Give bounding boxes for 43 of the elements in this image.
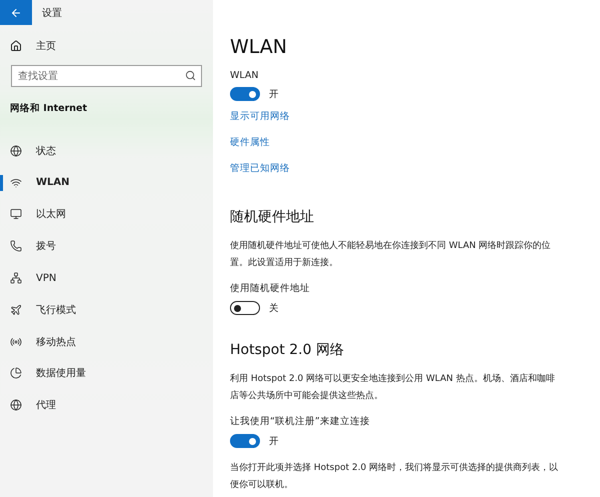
globe-icon bbox=[10, 399, 22, 412]
description-text: 使用随机硬件地址可使他人不能轻易地在你连接到不同 WLAN 网络时跟踪你的位置。此设置适用于新连接。 bbox=[230, 240, 552, 270]
settings-link[interactable]: 显示可用网络 bbox=[230, 110, 290, 123]
toggle-state: 关 bbox=[269, 302, 279, 314]
toggle-label: 使用随机硬件地址 bbox=[230, 282, 310, 295]
airplane-icon bbox=[10, 304, 22, 316]
home-item[interactable]: 主页 bbox=[10, 39, 213, 53]
home-icon bbox=[10, 40, 22, 52]
toggle-state: 开 bbox=[269, 88, 279, 100]
sidebar-item[interactable]: 状态 bbox=[0, 135, 213, 167]
sidebar-item[interactable]: 代理 bbox=[0, 389, 213, 422]
phone-icon bbox=[10, 240, 22, 252]
sidebar-item[interactable]: 以太网 bbox=[0, 198, 213, 230]
back-arrow-icon bbox=[10, 6, 22, 18]
window-title: 设置 bbox=[42, 6, 62, 20]
globe-icon bbox=[10, 144, 22, 157]
network-icon bbox=[10, 272, 22, 284]
settings-link[interactable]: 管理已知网络 bbox=[230, 162, 290, 175]
sidebar-item[interactable]: 飞行模式 bbox=[0, 294, 213, 326]
section-heading: 随机硬件地址 bbox=[230, 208, 314, 226]
monitor-icon bbox=[10, 208, 22, 220]
radio-icon bbox=[10, 336, 22, 348]
toggle-switch[interactable] bbox=[230, 301, 260, 315]
settings-link[interactable]: 硬件属性 bbox=[230, 136, 270, 149]
section-heading: 网络和 Internet bbox=[10, 102, 88, 115]
toggle-state: 开 bbox=[269, 434, 279, 448]
sidebar-item[interactable]: 拨号 bbox=[0, 230, 213, 262]
toggle-switch[interactable] bbox=[230, 434, 260, 448]
section-heading: Hotspot 2.0 网络 bbox=[230, 341, 344, 359]
description-text: 利用 Hotspot 2.0 网络可以更安全地连接到公用 WLAN 热点。机场、酒店和咖啡店等公共场所中可能会提供这些热点。 bbox=[230, 372, 556, 403]
toggle-label: WLAN bbox=[230, 70, 259, 81]
description-text: 当你打开此项并选择 Hotspot 2.0 网络时，我们将显示可供选择的提供商列表，以便你可以联机。 bbox=[230, 462, 560, 492]
pie-chart-icon bbox=[10, 367, 22, 380]
toggle-switch[interactable] bbox=[230, 87, 260, 101]
search-icon bbox=[185, 70, 196, 81]
sidebar-item[interactable]: 移动热点 bbox=[0, 326, 213, 358]
toggle-label: 让我使用“联机注册”来建立连接 bbox=[230, 415, 370, 428]
search-field[interactable]: 查找设置 bbox=[11, 65, 202, 87]
sidebar-item[interactable]: VPN bbox=[0, 262, 213, 294]
sidebar-item[interactable]: WLAN bbox=[0, 166, 213, 199]
page-title: WLAN bbox=[230, 36, 288, 58]
sidebar-item[interactable]: 数据使用量 bbox=[0, 358, 213, 390]
back-button[interactable] bbox=[0, 0, 32, 25]
